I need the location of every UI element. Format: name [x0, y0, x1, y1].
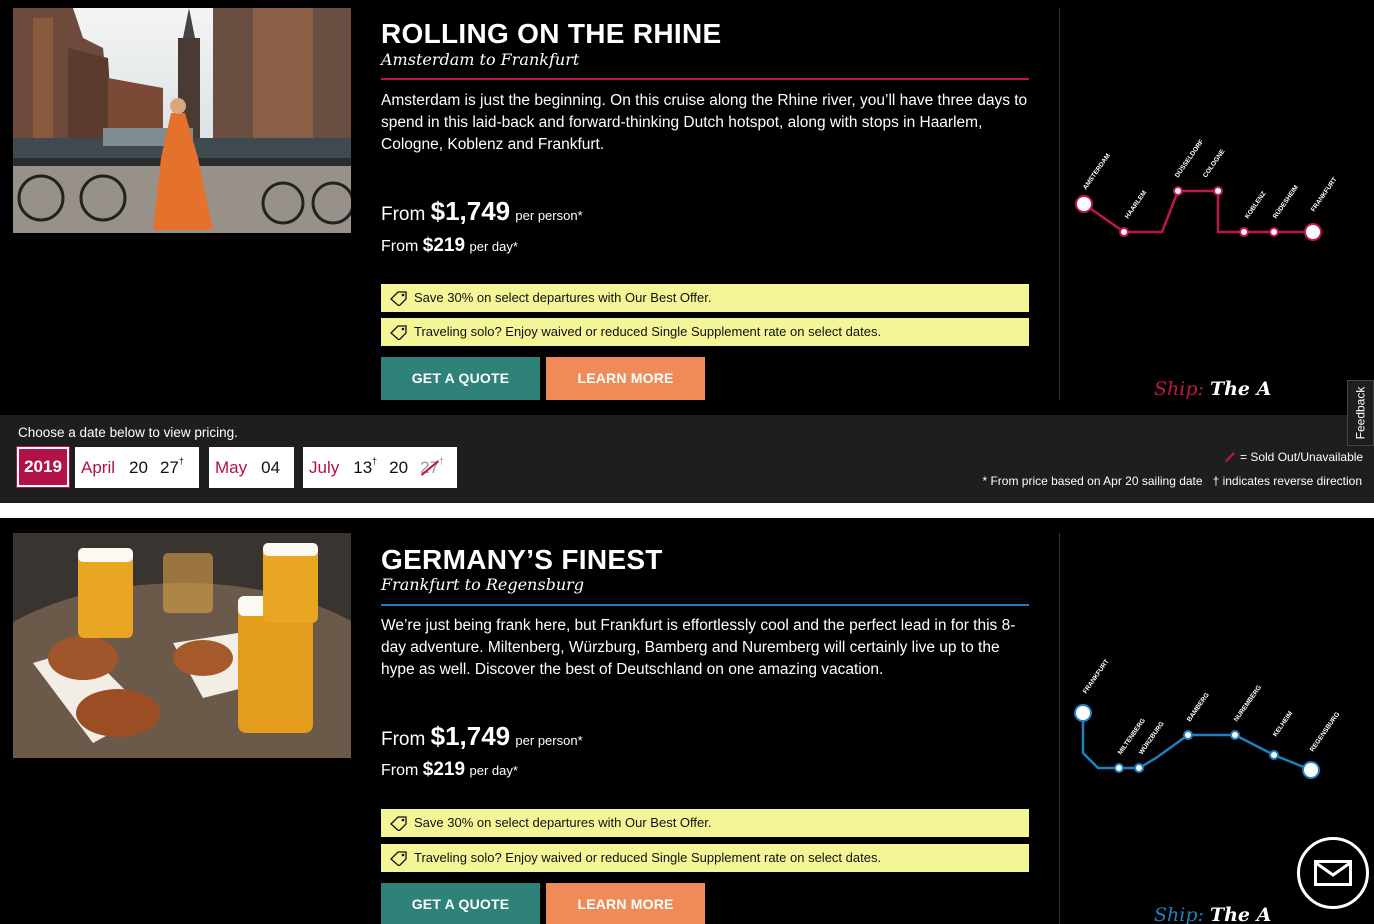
- route-stop-marker: [1075, 195, 1093, 213]
- month-name: April: [81, 457, 116, 477]
- cruise-title: ROLLING ON THE RHINE: [381, 18, 722, 49]
- date-option[interactable]: 27†: [160, 456, 184, 478]
- stop-label: KOBLENZ: [1244, 190, 1268, 220]
- offer-banner-solo[interactable]: Traveling solo? Enjoy waived or reduced …: [381, 318, 1029, 346]
- cruise-description: Amsterdam is just the beginning. On this…: [381, 92, 1028, 153]
- date-option[interactable]: 13†: [353, 456, 377, 478]
- date-option-sold-out: 27†: [420, 456, 444, 478]
- price-tag-icon: [390, 851, 407, 866]
- title-underline: [381, 604, 1029, 606]
- cruise-route-subtitle: Amsterdam to Frankfurt: [381, 50, 580, 69]
- stop-label: RÜDESHEIM: [1270, 183, 1300, 220]
- feedback-label: Feedback: [1353, 386, 1368, 440]
- month-group-july: July 13† 20 27†: [303, 447, 457, 488]
- stop-label: NUREMBERG: [1233, 684, 1263, 723]
- month-name: May: [215, 457, 248, 477]
- cruise-title: GERMANY’S FINEST: [381, 544, 663, 575]
- reverse-note: † indicates reverse direction: [1212, 474, 1362, 488]
- pricing-footnote: * From price based on Apr 20 sailing dat…: [982, 474, 1362, 488]
- price-day-amount: $219: [422, 235, 466, 256]
- offer-banner-best-offer[interactable]: Save 30% on select departures with Our B…: [381, 284, 1029, 312]
- month-name: July: [309, 457, 340, 477]
- date-prompt: Choose a date below to view pricing.: [18, 425, 238, 440]
- date-option[interactable]: 20: [389, 458, 408, 478]
- ship-label: Ship:: [1154, 378, 1204, 400]
- price-from-label: From: [381, 762, 419, 779]
- price-day-unit: per day*: [469, 763, 518, 778]
- price-per-day: From $219 per day*: [381, 759, 518, 781]
- price-person-amount: $1,749: [430, 721, 511, 751]
- price-person-amount: $1,749: [430, 196, 511, 226]
- ship-label: Ship:: [1154, 904, 1204, 924]
- departure-date-bar: Choose a date below to view pricing. 201…: [0, 415, 1374, 503]
- date-option[interactable]: 20: [129, 458, 148, 478]
- stop-label: COLOGNE: [1202, 148, 1227, 179]
- cruise-card-rhine: ROLLING ON THE RHINE Amsterdam to Frankf…: [0, 0, 1374, 415]
- stop-label: AMSTERDAM: [1082, 153, 1112, 192]
- price-per-person: From $1,749 per person*: [381, 721, 583, 752]
- route-map-rhine: AMSTERDAM HAARLEM DÜSSELDORF COLOGNE KOB…: [1075, 137, 1339, 241]
- offer-text: Traveling solo? Enjoy waived or reduced …: [414, 850, 882, 865]
- month-group-april: April 20 27†: [75, 447, 199, 488]
- price-from-label: From: [381, 204, 426, 225]
- feedback-tab[interactable]: Feedback: [1347, 380, 1374, 446]
- section-gap: [0, 503, 1374, 518]
- price-from-label: From: [381, 729, 426, 750]
- price-per-person: From $1,749 per person*: [381, 196, 583, 227]
- offer-banner-solo[interactable]: Traveling solo? Enjoy waived or reduced …: [381, 844, 1029, 872]
- price-person-unit: per person*: [515, 733, 583, 748]
- stop-label: DÜSSELDORF: [1172, 137, 1205, 179]
- price-tag-icon: [390, 816, 407, 831]
- stop-label: FRANKFURT: [1082, 658, 1111, 695]
- offer-text: Traveling solo? Enjoy waived or reduced …: [414, 324, 882, 339]
- price-person-unit: per person*: [515, 208, 583, 223]
- offer-text: Save 30% on select departures with Our B…: [414, 815, 712, 830]
- ship-name: Ship: The A: [1154, 904, 1271, 924]
- cruise-route-subtitle: Frankfurt to Regensburg: [381, 575, 585, 594]
- ship-name-value: The A: [1209, 378, 1272, 400]
- learn-more-button[interactable]: LEARN MORE: [546, 883, 705, 924]
- price-per-day: From $219 per day*: [381, 235, 518, 257]
- envelope-icon: [1314, 860, 1352, 886]
- stop-label: FRANKFURT: [1310, 176, 1339, 213]
- stop-label: KELHEIM: [1272, 710, 1295, 738]
- stop-label: REGENSBURG: [1309, 711, 1341, 753]
- cruise-description: We’re just being frank here, but Frankfu…: [381, 617, 1016, 678]
- cruise-card-germany: GERMANY’S FINEST Frankfurt to Regensburg…: [0, 518, 1374, 924]
- ship-name-value: The A: [1209, 904, 1272, 924]
- learn-more-button[interactable]: LEARN MORE: [546, 357, 705, 400]
- get-a-quote-button[interactable]: GET A QUOTE: [381, 357, 540, 400]
- price-tag-icon: [390, 291, 407, 306]
- offer-text: Save 30% on select departures with Our B…: [414, 290, 712, 305]
- sold-out-slash-icon: [1225, 452, 1235, 462]
- price-tag-icon: [390, 325, 407, 340]
- title-underline: [381, 78, 1029, 80]
- year-tab-2019[interactable]: 2019: [16, 446, 70, 488]
- stop-label: HAARLEM: [1124, 190, 1148, 221]
- month-group-may: May 04: [209, 447, 294, 488]
- price-day-unit: per day*: [469, 239, 518, 254]
- price-day-amount: $219: [422, 759, 466, 780]
- price-from-label: From: [381, 238, 419, 255]
- offer-banner-best-offer[interactable]: Save 30% on select departures with Our B…: [381, 809, 1029, 837]
- ship-name: Ship: The A: [1154, 378, 1271, 400]
- date-option[interactable]: 04: [261, 458, 280, 478]
- get-a-quote-button[interactable]: GET A QUOTE: [381, 883, 540, 924]
- email-signup-button[interactable]: [1297, 837, 1369, 909]
- sold-out-legend: = Sold Out/Unavailable: [1224, 450, 1363, 464]
- stop-label: BAMBERG: [1186, 692, 1211, 724]
- price-note: * From price based on Apr 20 sailing dat…: [982, 474, 1203, 488]
- cruise-photo-amsterdam: [13, 8, 351, 233]
- cruise-photo-beer-pretzels: [13, 533, 351, 758]
